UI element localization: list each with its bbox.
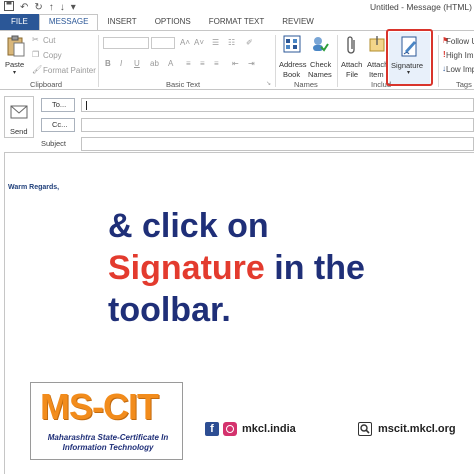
- group-separator: [98, 35, 99, 87]
- cut-icon: ✂: [32, 35, 39, 44]
- body-text: Warm Regards,: [8, 184, 60, 191]
- address-book-button[interactable]: Address Book: [279, 35, 307, 79]
- tab-review[interactable]: REVIEW: [273, 14, 323, 30]
- text-cursor: [86, 101, 87, 110]
- website-url: mscit.mkcl.org: [378, 423, 456, 435]
- instruction-signature-word: Signature: [108, 249, 265, 287]
- group-separator: [438, 35, 439, 87]
- cc-field[interactable]: [81, 118, 474, 132]
- attach-file-label-2: File: [346, 70, 359, 79]
- tab-file[interactable]: FILE: [0, 14, 39, 30]
- names-group-label: Names: [294, 80, 318, 89]
- bold-button[interactable]: B: [105, 59, 111, 68]
- window-title: Untitled - Message (HTML): [369, 2, 472, 12]
- paste-label: Paste: [5, 60, 25, 69]
- send-icon: [10, 105, 28, 119]
- instruction-line-2-rest: in the: [264, 249, 365, 287]
- shrink-font-icon[interactable]: A˅: [194, 38, 204, 47]
- to-field[interactable]: [81, 98, 474, 112]
- up-arrow-icon[interactable]: ↑: [49, 2, 54, 14]
- tab-insert[interactable]: INSERT: [98, 14, 145, 30]
- italic-button[interactable]: I: [120, 59, 122, 68]
- copy-icon: ❐: [32, 50, 40, 59]
- format-painter-button[interactable]: Format Painter: [43, 66, 96, 75]
- low-importance-button[interactable]: Low Imp: [446, 65, 474, 74]
- highlight-color-icon[interactable]: ab: [150, 59, 159, 68]
- cut-button[interactable]: Cut: [43, 36, 55, 45]
- dialog-launcher-icon[interactable]: ↘: [266, 80, 271, 89]
- numbering-icon[interactable]: ☷: [228, 38, 235, 47]
- align-left-icon[interactable]: ≡: [186, 59, 191, 68]
- mscit-logo: MS-CIT: [40, 386, 159, 427]
- facebook-icon: f: [205, 422, 219, 436]
- check-names-label-1: Check: [310, 60, 332, 69]
- subject-label: Subject: [41, 139, 67, 148]
- save-icon[interactable]: [4, 1, 14, 15]
- grow-font-icon[interactable]: A˄: [180, 38, 190, 47]
- attach-item-icon: [369, 36, 385, 52]
- paste-button[interactable]: Paste ▾: [4, 35, 28, 77]
- follow-up-button[interactable]: Follow U: [446, 37, 474, 46]
- tab-options[interactable]: OPTIONS: [146, 14, 200, 30]
- paperclip-icon: [347, 36, 355, 54]
- indent-increase-icon[interactable]: ⇥: [248, 59, 255, 68]
- clipboard-group-label: Clipboard: [30, 80, 63, 89]
- underline-button[interactable]: U: [134, 59, 140, 68]
- check-names-label-2: Names: [308, 70, 332, 79]
- chevron-down-icon: ▾: [13, 70, 17, 76]
- mscit-subtitle-2: Information Technology: [62, 443, 154, 452]
- instagram-icon: [223, 422, 237, 436]
- address-book-icon: [283, 35, 301, 53]
- font-size-dropdown[interactable]: [151, 37, 175, 49]
- basic-text-group-label: Basic Text: [166, 80, 201, 89]
- tab-message[interactable]: MESSAGE: [38, 14, 99, 30]
- check-names-button[interactable]: Check Names: [307, 35, 333, 79]
- search-icon: [358, 422, 372, 436]
- clear-formatting-icon[interactable]: ✐: [246, 38, 253, 47]
- send-label: Send: [10, 127, 28, 136]
- instruction-line-1: & click on: [108, 207, 269, 245]
- attach-file-button[interactable]: Attach File: [340, 35, 364, 79]
- check-names-icon: [313, 37, 329, 52]
- attach-item-label-1: Attach: [367, 60, 386, 69]
- bullets-icon[interactable]: ☰: [212, 38, 219, 47]
- social-handle: mkcl.india: [242, 423, 296, 435]
- attach-item-button[interactable]: Attach Item: [366, 35, 386, 79]
- mscit-subtitle-1: Maharashtra State-Certificate In: [47, 433, 169, 442]
- attach-item-label-2: Item: [369, 70, 384, 79]
- paste-icon: [7, 35, 25, 57]
- title-bar: ↶ ↻ ↑ ↓ ▾ Untitled - Message (HTML): [0, 0, 474, 14]
- font-color-icon[interactable]: A: [168, 59, 173, 68]
- to-button[interactable]: To...: [41, 98, 75, 112]
- quick-access-toolbar: ↶ ↻ ↑ ↓ ▾: [4, 1, 76, 15]
- redo-icon[interactable]: ↻: [34, 2, 42, 14]
- font-name-dropdown[interactable]: [103, 37, 149, 49]
- instruction-line-3: toolbar.: [108, 291, 231, 329]
- tags-group-label: Tags: [456, 80, 472, 89]
- down-arrow-icon[interactable]: ↓: [60, 2, 65, 14]
- subject-field[interactable]: [81, 137, 474, 151]
- ribbon-tabs: FILE MESSAGE INSERT OPTIONS FORMAT TEXT …: [0, 14, 474, 30]
- undo-icon[interactable]: ↶: [20, 2, 28, 14]
- format-painter-icon: 🖌: [32, 65, 43, 74]
- signature-highlight-box: [386, 29, 433, 86]
- high-importance-button[interactable]: High Imp: [446, 51, 474, 60]
- align-center-icon[interactable]: ≡: [200, 59, 205, 68]
- group-separator: [275, 35, 276, 87]
- group-separator: [337, 35, 338, 87]
- customize-icon[interactable]: ▾: [71, 2, 76, 14]
- address-book-label-1: Address: [279, 60, 307, 69]
- cc-button[interactable]: Cc...: [41, 118, 75, 132]
- indent-decrease-icon[interactable]: ⇤: [232, 59, 239, 68]
- copy-button[interactable]: Copy: [43, 51, 62, 60]
- attach-file-label-1: Attach: [341, 60, 363, 69]
- tab-format-text[interactable]: FORMAT TEXT: [200, 14, 274, 30]
- address-book-label-2: Book: [283, 70, 301, 79]
- align-right-icon[interactable]: ≡: [214, 59, 219, 68]
- instruction-line-2: Signature in the: [108, 248, 474, 288]
